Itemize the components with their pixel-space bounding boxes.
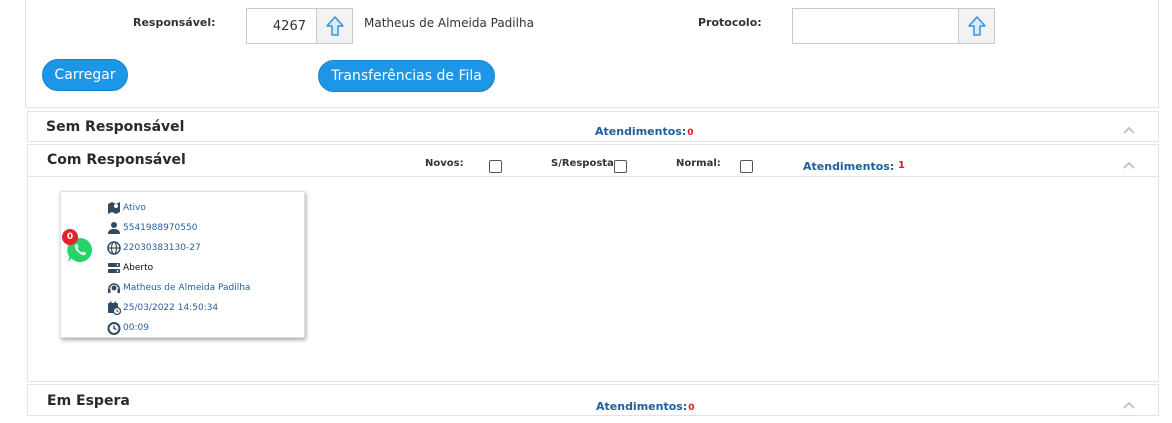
- sresposta-label: S/Resposta:: [551, 158, 618, 169]
- normal-label: Normal:: [676, 158, 721, 169]
- card-row-protocol: 22030383130-27: [107, 238, 250, 258]
- responsavel-field-group: 4267: [246, 8, 353, 44]
- protocolo-label: Protocolo:: [698, 16, 762, 29]
- section-divider: [28, 176, 1158, 177]
- user-icon: [108, 222, 120, 234]
- card-state: Aberto: [123, 263, 154, 273]
- globe-icon: [107, 241, 121, 255]
- map-icon: [108, 202, 120, 214]
- atendimentos-counter: Atendimentos:0: [595, 125, 694, 138]
- calendar-clock-icon: [108, 301, 121, 315]
- server-icon: [108, 263, 120, 273]
- headset-icon: [108, 283, 120, 293]
- card-row-phone: 5541988970550: [107, 218, 250, 238]
- card-datetime: 25/03/2022 14:50:34: [123, 303, 219, 313]
- chevron-up-icon[interactable]: [1122, 400, 1136, 410]
- section-sem-responsavel: Sem Responsável Atendimentos:0: [27, 111, 1159, 142]
- atendimentos-count: 0: [688, 403, 695, 413]
- sresposta-checkbox[interactable]: [614, 160, 627, 173]
- card-row-datetime: 25/03/2022 14:50:34: [107, 298, 250, 318]
- card-row-state: Aberto: [107, 258, 250, 278]
- chevron-up-icon[interactable]: [1122, 160, 1136, 170]
- normal-checkbox[interactable]: [740, 160, 753, 173]
- card-protocol: 22030383130-27: [123, 243, 201, 253]
- section-title: Em Espera: [47, 393, 130, 409]
- novos-label: Novos:: [425, 158, 464, 169]
- attendance-card[interactable]: 0 Ativo 5541988970550 22030383130-27 Abe…: [60, 191, 305, 338]
- protocolo-input[interactable]: [792, 8, 958, 44]
- card-agent: Matheus de Almeida Padilha: [123, 283, 251, 293]
- protocolo-lookup-button[interactable]: [958, 8, 995, 44]
- load-button[interactable]: Carregar: [42, 59, 128, 91]
- atendimentos-count: 1: [898, 160, 905, 171]
- section-title: Com Responsável: [47, 152, 186, 168]
- section-em-espera: Em Espera Atendimentos:0: [27, 384, 1159, 416]
- transfer-queue-button[interactable]: Transferências de Fila: [318, 60, 495, 92]
- responsavel-label: Responsável:: [133, 16, 216, 29]
- section-title: Sem Responsável: [46, 119, 185, 135]
- card-row-status: Ativo: [107, 198, 250, 218]
- protocolo-field-group: [792, 8, 995, 44]
- novos-checkbox[interactable]: [489, 160, 502, 173]
- atendimentos-label: Atendimentos:: [803, 160, 895, 173]
- chevron-up-icon[interactable]: [1122, 125, 1136, 135]
- atendimentos-counter: Atendimentos:0: [596, 400, 695, 413]
- unread-badge: 0: [62, 229, 78, 245]
- responsavel-lookup-button[interactable]: [316, 8, 353, 44]
- arrow-up-icon: [967, 16, 986, 36]
- responsavel-name: Matheus de Almeida Padilha: [364, 16, 534, 30]
- card-row-duration: 00:09: [107, 318, 250, 338]
- atendimentos-count: 0: [687, 128, 694, 138]
- card-details: Ativo 5541988970550 22030383130-27 Abert…: [107, 198, 250, 338]
- card-row-agent: Matheus de Almeida Padilha: [107, 278, 250, 298]
- stopwatch-icon: [107, 322, 121, 335]
- responsavel-input[interactable]: 4267: [246, 8, 316, 44]
- card-duration: 00:09: [123, 323, 149, 333]
- card-phone: 5541988970550: [123, 223, 198, 233]
- card-status: Ativo: [123, 203, 146, 213]
- arrow-up-icon: [325, 16, 344, 36]
